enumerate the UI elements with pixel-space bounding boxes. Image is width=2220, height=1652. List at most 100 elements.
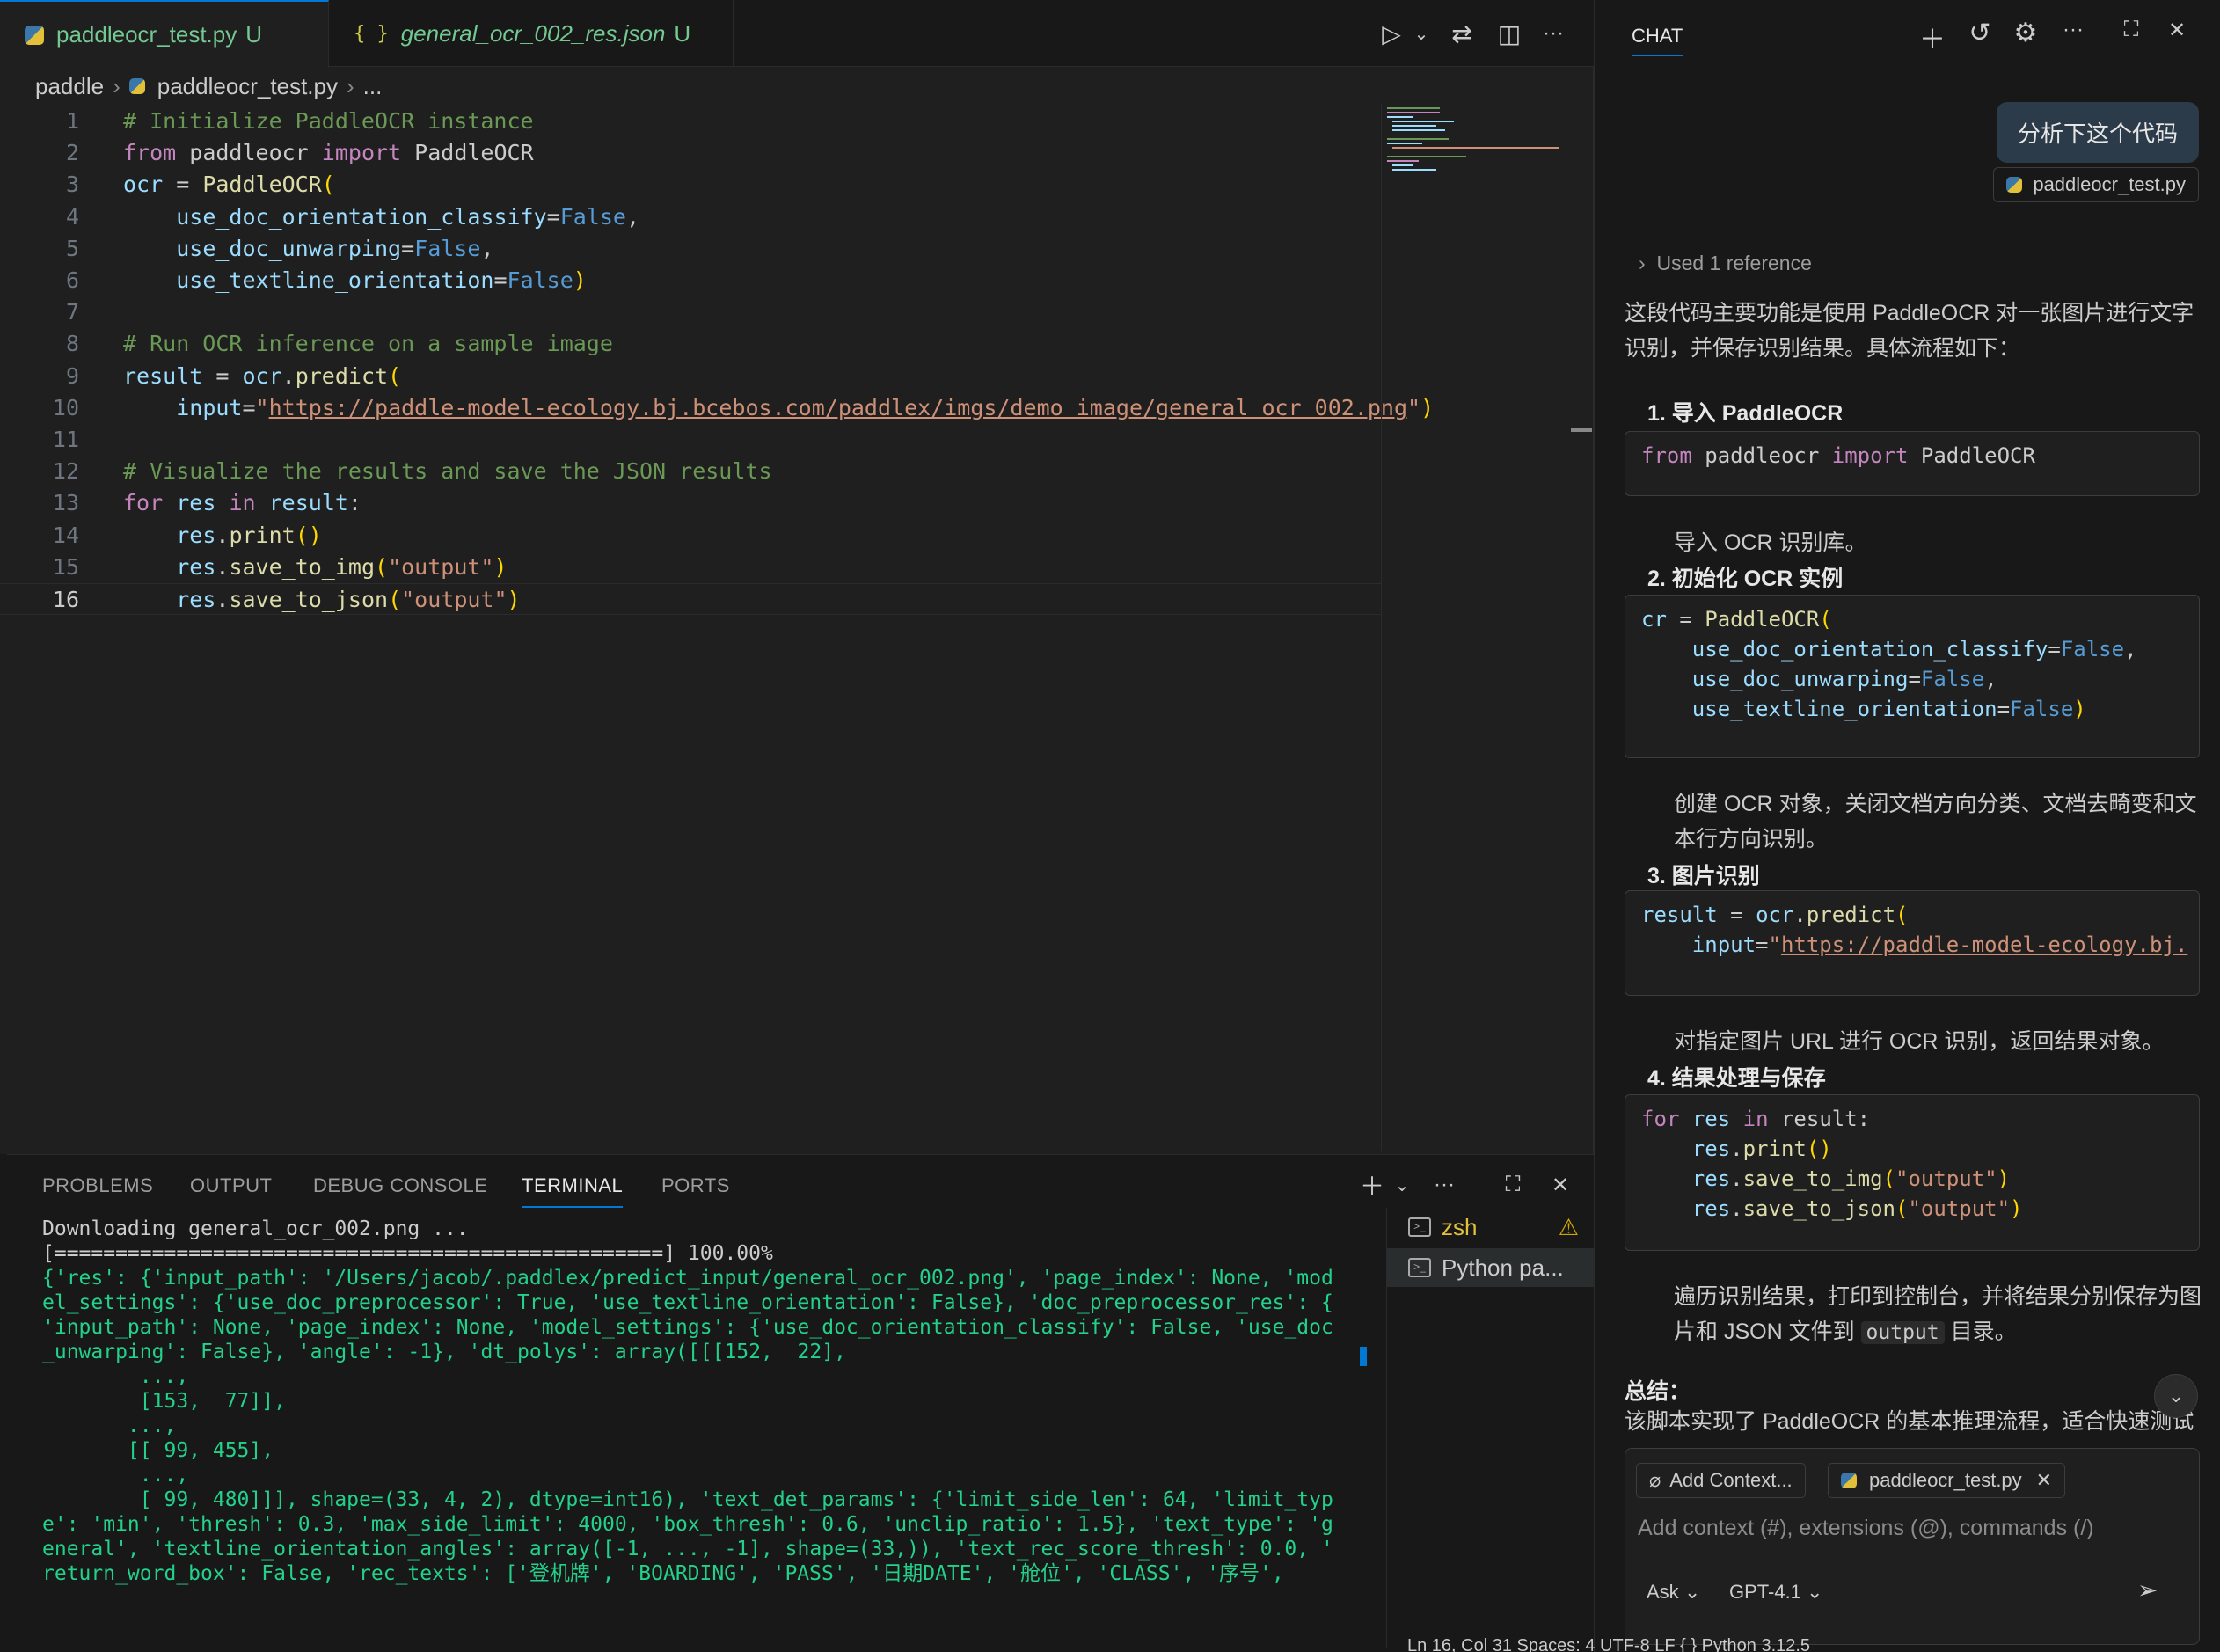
code-line[interactable]: 6 use_textline_orientation=False) xyxy=(0,265,1381,296)
line-number: 7 xyxy=(65,299,79,325)
chat-title[interactable]: CHAT xyxy=(1632,25,1683,56)
editor-scrollbar[interactable] xyxy=(1571,428,1592,432)
tab-terminal[interactable]: TERMINAL xyxy=(522,1174,624,1208)
split-editor-icon[interactable]: ◫ xyxy=(1492,16,1527,51)
code-line[interactable]: 9 result = ocr.predict( xyxy=(0,361,1381,392)
code-line[interactable]: 15 res.save_to_img("output") xyxy=(0,552,1381,583)
tab-paddleocr-test-py[interactable]: paddleocr_test.py U xyxy=(0,0,329,68)
send-icon[interactable]: ➢ xyxy=(2137,1575,2158,1604)
code-block-1[interactable]: from paddleocr import PaddleOCR xyxy=(1625,431,2200,496)
terminal-item-python[interactable]: >_ Python pa... xyxy=(1387,1248,1595,1287)
model-select[interactable]: GPT-4.1 ⌄ xyxy=(1729,1581,1822,1604)
compare-changes-icon[interactable]: ⇄ xyxy=(1444,16,1479,51)
terminal-icon: >_ xyxy=(1408,1258,1431,1277)
chat-header: CHAT ＋ ↺ ⚙ ··· ⛶ ✕ xyxy=(1595,0,2220,67)
code-block-3[interactable]: result = ocr.predict( input="https://pad… xyxy=(1625,890,2200,996)
chevron-down-icon[interactable]: ⌄ xyxy=(1384,1167,1420,1202)
terminal-output[interactable]: Downloading general_ocr_002.png ... [====… xyxy=(42,1217,1362,1648)
close-icon[interactable]: ✕ xyxy=(2036,1469,2052,1492)
terminal-line: el_settings': {'use_doc_preprocessor': T… xyxy=(42,1291,1333,1314)
line-number: 12 xyxy=(52,458,79,485)
code-line[interactable]: 16 res.save_to_json("output") xyxy=(0,583,1381,615)
terminal-line: ..., xyxy=(42,1365,189,1388)
code-line[interactable]: 4 use_doc_orientation_classify=False, xyxy=(0,201,1381,233)
terminal-line: [ 99, 480]]], shape=(33, 4, 2), dtype=in… xyxy=(42,1488,1333,1511)
paperclip-icon: ⌀ xyxy=(1649,1469,1661,1491)
tab-label: general_ocr_002_res.json xyxy=(400,19,666,47)
chat-input-placeholder[interactable]: Add context (#), extensions (@), command… xyxy=(1638,1516,2094,1541)
code-line[interactable]: 8 # Run OCR inference on a sample image xyxy=(0,328,1381,360)
code-line[interactable]: 7 xyxy=(0,296,1381,328)
code-line[interactable]: 3 ocr = PaddleOCR( xyxy=(0,169,1381,201)
breadcrumb: paddle › paddleocr_test.py › ... xyxy=(35,70,382,102)
used-ref-label: Used 1 reference xyxy=(1656,252,1812,274)
attached-file-chip[interactable]: paddleocr_test.py xyxy=(1993,167,2199,202)
terminal-line: {'res': {'input_path': '/Users/jacob/.pa… xyxy=(42,1267,1333,1290)
code-line[interactable]: 1 # Initialize PaddleOCR instance xyxy=(0,106,1381,137)
breadcrumb-folder[interactable]: paddle xyxy=(35,73,104,100)
chevron-right-icon: › xyxy=(113,72,120,99)
mode-label: Ask xyxy=(1647,1581,1679,1603)
code-line[interactable]: 14 res.print() xyxy=(0,520,1381,552)
tab-general-ocr-json[interactable]: { } general_ocr_002_res.json U xyxy=(329,0,734,67)
line-number: 11 xyxy=(52,427,79,452)
code-line[interactable]: 2 from paddleocr import PaddleOCR xyxy=(0,137,1381,169)
code-editor[interactable]: 1 # Initialize PaddleOCR instance 2 from pa… xyxy=(0,106,1434,633)
code-line[interactable]: 5 use_doc_unwarping=False, xyxy=(0,233,1381,265)
code-block-2[interactable]: cr = PaddleOCR( use_doc_orientation_clas… xyxy=(1625,595,2200,758)
code-block-4[interactable]: for res in result: res.print() res.save_… xyxy=(1625,1094,2200,1251)
context-file-label: paddleocr_test.py xyxy=(1869,1469,2022,1491)
response-intro: 这段代码主要功能是使用 PaddleOCR 对一张图片进行文字识别，并保存识别结… xyxy=(1625,301,2194,361)
line-number: 5 xyxy=(65,235,79,261)
mode-select[interactable]: Ask ⌄ xyxy=(1647,1581,1700,1604)
python-file-icon xyxy=(128,78,145,94)
code-text: for res in result: xyxy=(123,490,361,516)
terminal-label: Python pa... xyxy=(1442,1254,1564,1281)
breadcrumb-more[interactable]: ... xyxy=(363,73,383,100)
code-text: result = ocr.predict( xyxy=(123,362,402,389)
breadcrumb-file[interactable]: paddleocr_test.py xyxy=(157,73,338,100)
new-chat-plus-icon[interactable]: ＋ xyxy=(1915,18,1950,56)
terminal-line: ..., xyxy=(42,1464,189,1487)
code-line[interactable]: 12 # Visualize the results and save the J… xyxy=(0,456,1381,487)
tab-problems[interactable]: PROBLEMS xyxy=(42,1174,153,1197)
chevron-down-icon: ⌄ xyxy=(1807,1581,1823,1603)
add-context-button[interactable]: ⌀ Add Context... xyxy=(1636,1463,1806,1498)
used-references-toggle[interactable]: › Used 1 reference xyxy=(1639,252,1812,275)
tab-output[interactable]: OUTPUT xyxy=(190,1174,272,1197)
close-panel-icon[interactable]: ✕ xyxy=(1543,1167,1578,1202)
minimap[interactable] xyxy=(1381,104,1566,1151)
summary-title: 总结： xyxy=(1625,1379,1691,1404)
json-braces-icon: { } xyxy=(354,22,389,45)
summary-text: 该脚本实现了 PaddleOCR 的基本推理流程，适合快速测试 xyxy=(1625,1409,2194,1434)
context-file-chip[interactable]: paddleocr_test.py ✕ xyxy=(1828,1463,2066,1498)
code-line[interactable]: 11 xyxy=(0,424,1381,456)
more-actions-icon[interactable]: ··· xyxy=(1536,16,1571,51)
code-text: from paddleocr import PaddleOCR xyxy=(123,140,534,166)
attached-file-label: paddleocr_test.py xyxy=(2033,173,2186,195)
tab-debug-console[interactable]: DEBUG CONSOLE xyxy=(313,1174,487,1197)
chat-input-box[interactable]: ⌀ Add Context... paddleocr_test.py ✕ Add… xyxy=(1625,1448,2200,1645)
chat-panel: CHAT ＋ ↺ ⚙ ··· ⛶ ✕ 分析下这个代码 paddleocr_tes… xyxy=(1594,0,2220,1652)
terminal-item-zsh[interactable]: >_ zsh ⚠ xyxy=(1387,1208,1595,1246)
scroll-down-chevron-icon[interactable]: ⌄ xyxy=(2154,1374,2198,1418)
terminal-list: >_ zsh ⚠ >_ Python pa... xyxy=(1386,1208,1595,1648)
run-menu-chevron-icon[interactable]: ⌄ xyxy=(1404,16,1439,51)
gear-icon[interactable]: ⚙ xyxy=(2008,18,2043,48)
terminal-line: 'input_path': None, 'page_index': None, … xyxy=(42,1316,1333,1339)
history-icon[interactable]: ↺ xyxy=(1962,18,1997,48)
maximize-icon[interactable]: ⛶ xyxy=(2114,18,2149,42)
code-line[interactable]: 10 input="https://paddle-model-ecology.b… xyxy=(0,392,1434,424)
terminal-scrollbar[interactable] xyxy=(1360,1347,1367,1366)
more-actions-icon[interactable]: ··· xyxy=(2056,18,2091,42)
code-line[interactable]: 13 for res in result: xyxy=(0,487,1381,519)
line-number: 2 xyxy=(65,140,79,166)
tab-ports[interactable]: PORTS xyxy=(661,1174,730,1197)
more-actions-icon[interactable]: ··· xyxy=(1427,1167,1462,1202)
close-icon[interactable]: ✕ xyxy=(2159,18,2194,43)
code-text: input="https://paddle-model-ecology.bj.b… xyxy=(176,394,1435,420)
untracked-badge: U xyxy=(674,19,691,47)
terminal-line: ..., xyxy=(42,1414,177,1437)
code-text: ocr = PaddleOCR( xyxy=(123,172,335,198)
maximize-panel-icon[interactable]: ⛶ xyxy=(1495,1167,1530,1202)
